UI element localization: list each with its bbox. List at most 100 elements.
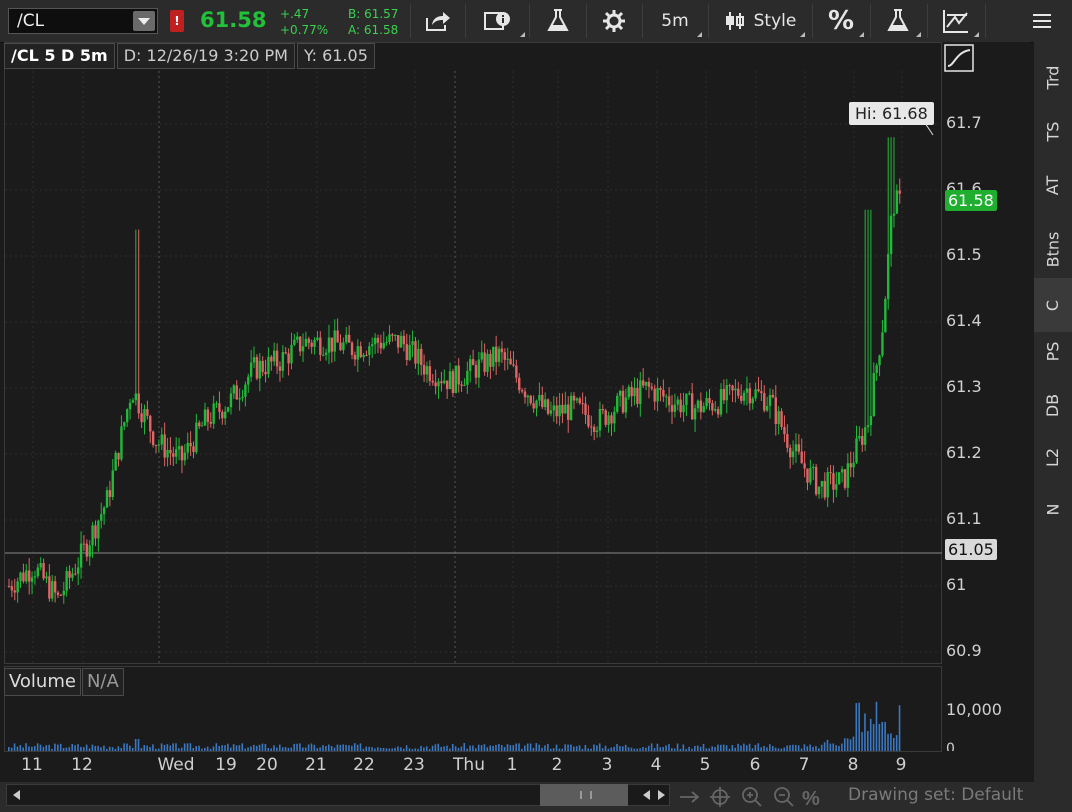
percent-button[interactable]: % (815, 2, 867, 40)
volume-bar (25, 743, 27, 751)
candle (431, 374, 434, 386)
settings-button[interactable] (588, 2, 640, 40)
volume-bar (526, 743, 529, 751)
candle (613, 406, 616, 433)
candle (641, 368, 645, 388)
volume-bar (604, 745, 607, 751)
volume-bar (558, 748, 561, 751)
menu-button[interactable] (1018, 2, 1066, 40)
volume-bar (68, 747, 71, 751)
candle (725, 378, 728, 414)
studies-button[interactable] (532, 2, 584, 40)
candle (809, 459, 812, 486)
timeframe-button[interactable]: 5m (645, 2, 705, 40)
tab-btns[interactable]: Btns (1034, 218, 1072, 280)
candle (751, 396, 754, 410)
candle (650, 382, 654, 391)
candle (206, 407, 210, 431)
style-button[interactable]: Style (712, 2, 808, 40)
candle (443, 369, 446, 385)
tab-l2[interactable]: L2 (1034, 430, 1072, 484)
candle (247, 373, 250, 393)
volume-bar (327, 744, 330, 751)
tab-label: C (1043, 299, 1063, 311)
scroll-left-icon[interactable] (11, 789, 21, 801)
symbol-selector[interactable]: /CL (8, 8, 158, 34)
grip-icon (580, 791, 592, 799)
candle (483, 343, 486, 376)
volume-bar (325, 746, 327, 751)
volume-bar (232, 744, 235, 751)
candle (541, 386, 544, 409)
candle (25, 564, 28, 584)
tab-n[interactable]: N (1034, 482, 1072, 536)
volume-bar (472, 745, 474, 751)
candle (27, 558, 31, 595)
chart-style-icon[interactable] (944, 44, 978, 74)
tab-trd[interactable]: Trd (1034, 50, 1072, 104)
volume-bar (152, 744, 154, 751)
volume-bar (143, 745, 146, 751)
volume-bar (33, 746, 36, 751)
tab-ps[interactable]: PS (1034, 324, 1072, 378)
volume-bar (310, 743, 313, 751)
volume-bar (895, 735, 898, 751)
candle (394, 334, 397, 342)
volume-bar (206, 746, 209, 751)
volume-bar (13, 743, 16, 751)
time-axis[interactable]: 11 12 Wed 19 20 21 22 23 Thu 1 2 3 4 5 6… (0, 752, 1034, 778)
candle (290, 332, 293, 370)
volume-bar (195, 746, 197, 751)
volume-bar (155, 748, 157, 751)
volume-bar (849, 739, 852, 751)
volume-bar (163, 744, 166, 751)
volume-panel[interactable] (4, 666, 942, 752)
volume-bar (189, 743, 192, 751)
candle (264, 359, 267, 383)
candle (131, 398, 135, 403)
candle (189, 431, 192, 456)
chevron-down-icon[interactable] (133, 11, 155, 31)
share-button[interactable] (412, 2, 464, 40)
price-chart-canvas[interactable] (5, 43, 943, 665)
scroll-right-icon[interactable] (657, 789, 667, 801)
divider (586, 4, 587, 38)
candle (174, 437, 178, 464)
candle (780, 408, 783, 430)
candle (322, 346, 325, 357)
volume-bar (682, 744, 685, 751)
volume-bar (529, 743, 532, 751)
gear-icon (603, 10, 625, 32)
volume-bar (405, 745, 408, 751)
svg-text:%: % (802, 788, 820, 808)
candle (463, 378, 466, 387)
volume-bar (843, 738, 846, 751)
volume-bar (855, 703, 858, 751)
candle (771, 389, 775, 399)
chart-info-button[interactable] (468, 2, 528, 40)
volume-bar (809, 744, 811, 751)
scrollbar-thumb[interactable] (540, 784, 628, 806)
volume-canvas (8, 701, 901, 751)
drawing-set-label[interactable]: Drawing set: Default (848, 785, 1023, 805)
candle (572, 392, 576, 410)
tab-db[interactable]: DB (1034, 378, 1072, 432)
volume-bar (875, 701, 878, 751)
tab-label: Trd (1043, 65, 1063, 89)
candle (786, 424, 789, 453)
scroll-left-icon[interactable] (641, 789, 651, 801)
candle (13, 578, 16, 601)
volume-bar (414, 748, 417, 751)
alert-badge[interactable]: ! (170, 10, 184, 32)
candle (192, 441, 195, 459)
zoom-tools[interactable]: % (678, 786, 838, 808)
studies-quick-button[interactable] (872, 2, 924, 40)
tab-at[interactable]: AT (1034, 158, 1072, 212)
price-axis[interactable]: 61.7 61.6 61.5 61.4 61.3 61.2 61.1 61 60… (942, 42, 1030, 664)
price-chart-panel[interactable] (4, 42, 943, 665)
drawings-button[interactable] (930, 2, 982, 40)
candle (889, 137, 893, 267)
chart-header: /CL 5 D 5m D: 12/26/19 3:20 PM Y: 61.05 (4, 43, 377, 69)
volume-bar (353, 743, 356, 751)
tab-ts[interactable]: TS (1034, 104, 1072, 158)
